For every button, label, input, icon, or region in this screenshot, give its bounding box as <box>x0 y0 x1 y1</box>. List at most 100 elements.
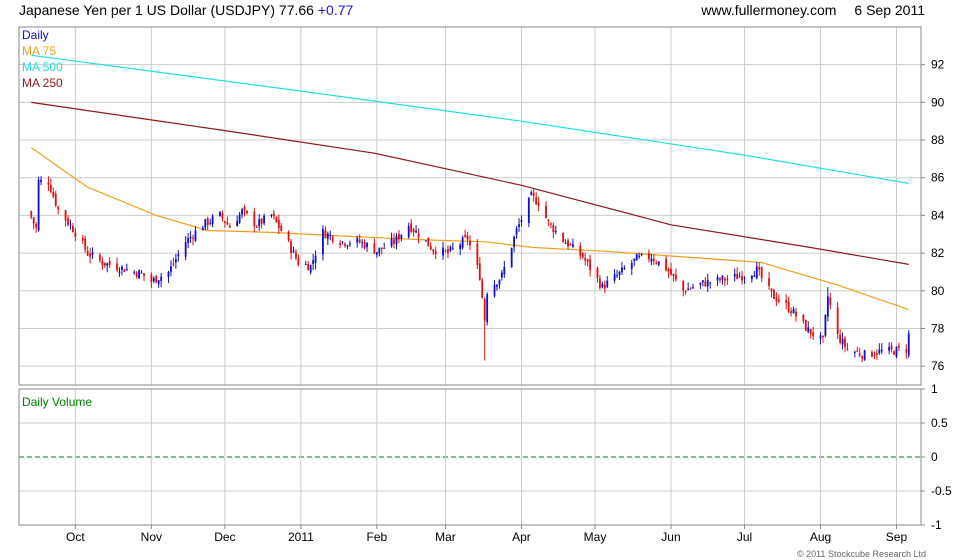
candle-body <box>449 246 452 251</box>
candle-body <box>787 301 790 312</box>
candle-body <box>503 266 506 275</box>
candle-body <box>682 280 685 291</box>
candle-body <box>684 291 687 293</box>
candle-body <box>255 226 258 228</box>
candle-body <box>81 237 84 241</box>
candle-body <box>564 242 567 244</box>
candle-body <box>341 241 344 243</box>
candle-body <box>469 240 471 245</box>
candle-body <box>184 242 187 257</box>
candle-body <box>206 218 209 226</box>
candle-body <box>513 236 516 248</box>
candle-body <box>863 350 866 360</box>
candle-body <box>618 271 621 275</box>
candle-body <box>192 237 194 239</box>
price-panel-frame <box>18 26 922 386</box>
candle-body <box>57 206 60 210</box>
candle-body <box>716 276 719 281</box>
candle-body <box>174 259 177 263</box>
candle-body <box>812 332 815 337</box>
candle-body <box>157 280 160 284</box>
candle-body <box>287 231 290 241</box>
candle-body <box>295 252 297 259</box>
candle-body <box>500 272 503 278</box>
candle-body <box>116 263 118 271</box>
candle-body <box>775 297 778 302</box>
candle-body <box>49 184 52 193</box>
copyright-note: © 2011 Stockcube Research Ltd <box>796 549 926 559</box>
candle-body <box>246 210 248 214</box>
candle-body <box>260 218 263 224</box>
candle-body <box>589 259 592 271</box>
candle-body <box>331 236 334 242</box>
candle-body <box>510 247 513 268</box>
candle-body <box>417 233 420 238</box>
xtick-label: Jun <box>661 530 680 544</box>
candle-body <box>692 287 694 289</box>
candle-body <box>356 238 359 243</box>
candle-body <box>596 267 599 278</box>
candle-body <box>755 266 758 279</box>
candles <box>30 176 910 363</box>
candle-body <box>35 223 38 228</box>
candle-body <box>888 346 891 351</box>
candle-body <box>613 274 616 281</box>
candle-body <box>98 254 101 261</box>
candle-body <box>648 253 650 260</box>
candle-body <box>549 223 552 225</box>
candle-body <box>822 335 824 338</box>
candle-body <box>750 275 753 280</box>
candle-body <box>358 239 361 243</box>
candle-body <box>170 266 172 272</box>
candle-body <box>483 299 486 321</box>
candle-body <box>547 219 550 221</box>
candle-body <box>743 277 746 279</box>
candle-body <box>623 268 626 270</box>
candle-body <box>69 224 72 226</box>
candle-body <box>875 353 878 355</box>
price-ytick-label: 80 <box>931 284 945 298</box>
candle-body <box>846 348 849 350</box>
candle-body <box>532 193 535 196</box>
candle-body <box>736 273 739 280</box>
candle-body <box>280 225 283 231</box>
candle-body <box>515 228 518 235</box>
candle-body <box>895 346 898 357</box>
candle-body <box>792 308 795 314</box>
legend-item-daily: Daily <box>22 28 49 42</box>
candle-body <box>297 258 300 265</box>
candle-body <box>562 233 565 242</box>
candle-body <box>277 219 280 228</box>
candle-body <box>67 218 69 225</box>
candle-body <box>219 211 221 216</box>
candle-body <box>650 258 653 262</box>
volume-ytick-label: 1 <box>931 382 938 396</box>
candle-body <box>890 345 893 350</box>
candle-body <box>383 247 386 249</box>
xtick-label: Jul <box>737 530 752 544</box>
candle-body <box>758 267 761 270</box>
candle-body <box>258 219 261 227</box>
candle-body <box>777 299 780 302</box>
candle-body <box>709 282 712 284</box>
candle-body <box>770 288 773 292</box>
candle-body <box>366 243 368 248</box>
candle-body <box>187 237 190 243</box>
xtick-label: Dec <box>214 530 235 544</box>
candle-body <box>858 353 861 356</box>
candle-body <box>363 242 366 249</box>
candle-body <box>307 264 310 271</box>
candle-body <box>189 236 192 239</box>
candle-body <box>121 266 123 270</box>
candle-body <box>633 258 636 261</box>
candle-body <box>292 250 295 253</box>
candle-body <box>670 268 672 275</box>
candle-body <box>630 263 633 269</box>
volume-panel-title: Daily Volume <box>22 395 92 409</box>
candle-body <box>856 350 859 352</box>
candle-body <box>167 271 170 277</box>
candle-body <box>616 275 618 277</box>
candle-body <box>598 278 601 288</box>
candle-body <box>393 239 395 244</box>
candle-body <box>640 253 643 255</box>
